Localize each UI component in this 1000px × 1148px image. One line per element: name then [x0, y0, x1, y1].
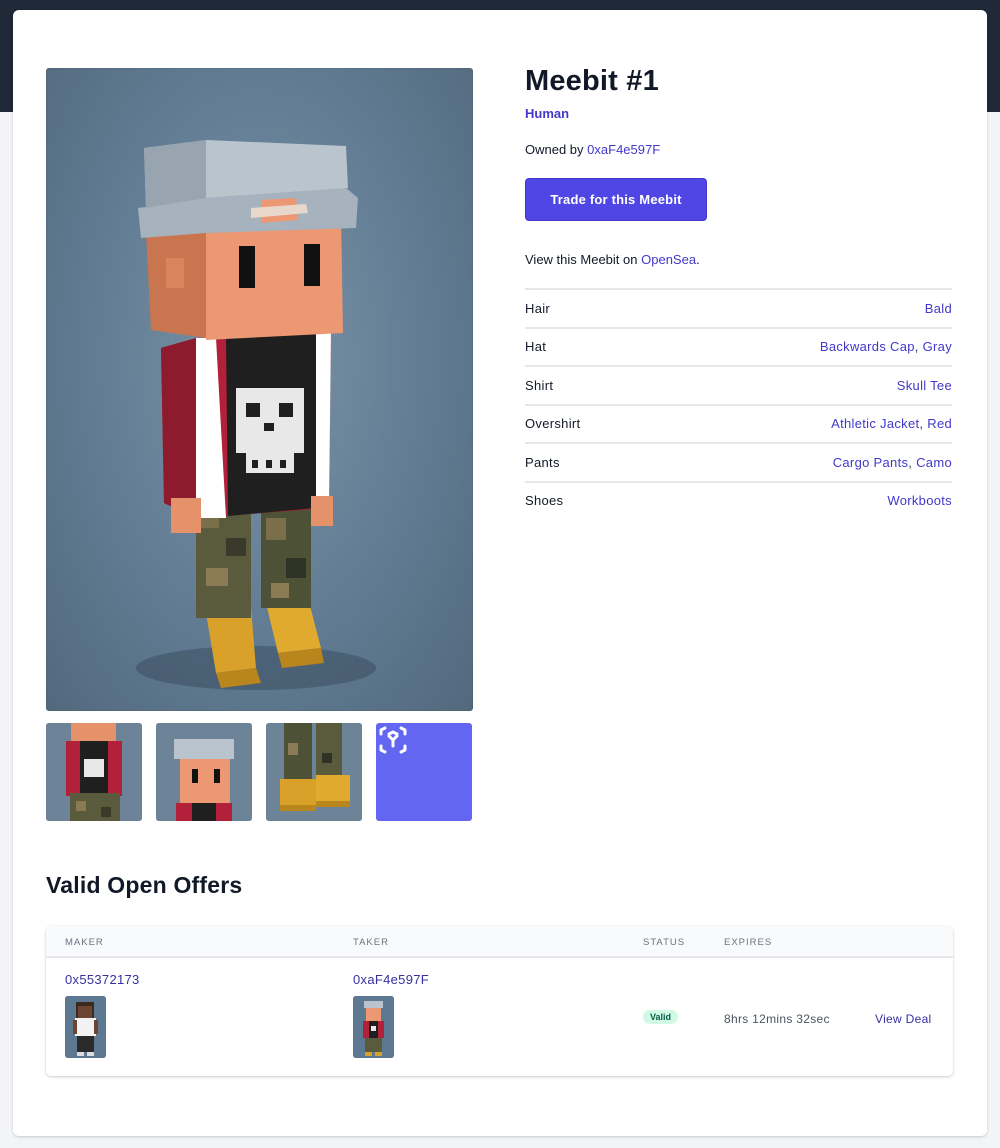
- meebit-render: [136, 140, 376, 690]
- trait-row-hat: Hat Backwards Cap, Gray: [525, 326, 952, 366]
- maker-address-link[interactable]: 0x55372173: [65, 972, 140, 987]
- head-view-icon: [156, 723, 252, 821]
- trait-value-link[interactable]: Red: [927, 416, 952, 431]
- column-header-maker: MAKER: [65, 937, 104, 948]
- owner-address-link[interactable]: 0xaF4e597F: [587, 142, 660, 157]
- taker-avatar[interactable]: [353, 996, 394, 1058]
- meebit-type-link[interactable]: Human: [525, 106, 569, 121]
- thumbnail-boots[interactable]: [266, 723, 362, 821]
- trait-name: Overshirt: [525, 416, 581, 432]
- view-prefix: View this Meebit on: [525, 252, 638, 267]
- opensea-link[interactable]: OpenSea: [641, 252, 696, 267]
- trait-value-link[interactable]: Gray: [923, 339, 952, 354]
- trait-name: Shirt: [525, 377, 554, 393]
- trait-row-pants: Pants Cargo Pants, Camo: [525, 442, 952, 481]
- view-deal-link[interactable]: View Deal: [875, 1012, 932, 1026]
- offers-section-title: Valid Open Offers: [46, 872, 243, 898]
- offers-table: MAKER TAKER STATUS EXPIRES 0x55372173 0x…: [46, 926, 953, 1076]
- trait-value-link[interactable]: Athletic Jacket: [831, 416, 919, 431]
- expires-countdown: 8hrs 12mins 32sec: [724, 1012, 830, 1026]
- trait-value-link[interactable]: Cargo Pants: [833, 455, 909, 470]
- trade-button[interactable]: Trade for this Meebit: [525, 178, 707, 221]
- taker-address-link[interactable]: 0xaF4e597F: [353, 972, 429, 987]
- boots-view-icon: [266, 723, 362, 821]
- meebit-main-image: [46, 68, 473, 711]
- page-title: Meebit #1: [525, 65, 659, 97]
- status-badge: Valid: [643, 1010, 679, 1024]
- trait-value-link[interactable]: Skull Tee: [897, 378, 952, 393]
- maker-avatar[interactable]: [65, 996, 106, 1058]
- ar-cube-icon: [379, 726, 407, 754]
- trait-name: Hair: [525, 300, 551, 316]
- trait-row-overshirt: Overshirt Athletic Jacket, Red: [525, 403, 952, 443]
- view-suffix: .: [696, 252, 700, 267]
- trait-name: Pants: [525, 454, 560, 470]
- view-on-opensea-line: View this Meebit on OpenSea.: [525, 252, 700, 267]
- trait-value-link[interactable]: Camo: [916, 455, 952, 470]
- torso-view-icon: [46, 723, 142, 821]
- thumbnail-head[interactable]: [156, 723, 252, 821]
- meebit-detail-card: Meebit #1 Human Owned by 0xaF4e597F Trad…: [13, 10, 987, 1136]
- view-in-ar-button[interactable]: [376, 723, 472, 821]
- trait-row-hair: Hair Bald: [525, 288, 952, 327]
- maker-meebit-icon: [65, 996, 106, 1058]
- column-header-status: STATUS: [643, 937, 686, 948]
- trait-name: Shoes: [525, 493, 564, 509]
- owner-line: Owned by 0xaF4e597F: [525, 142, 660, 157]
- column-header-taker: TAKER: [353, 937, 389, 948]
- trait-row-shoes: Shoes Workboots: [525, 480, 952, 520]
- taker-meebit-icon: [353, 996, 394, 1058]
- trait-value-link[interactable]: Bald: [925, 301, 952, 316]
- traits-table: Hair Bald Hat Backwards Cap, Gray Shirt …: [525, 288, 952, 519]
- trait-row-shirt: Shirt Skull Tee: [525, 365, 952, 404]
- offers-table-header: MAKER TAKER STATUS EXPIRES: [46, 926, 953, 958]
- trait-value-link[interactable]: Backwards Cap: [820, 339, 915, 354]
- trait-value-link[interactable]: Workboots: [887, 493, 952, 508]
- thumbnail-torso[interactable]: [46, 723, 142, 821]
- owned-by-label: Owned by: [525, 142, 584, 157]
- trait-name: Hat: [525, 339, 547, 355]
- column-header-expires: EXPIRES: [724, 937, 773, 948]
